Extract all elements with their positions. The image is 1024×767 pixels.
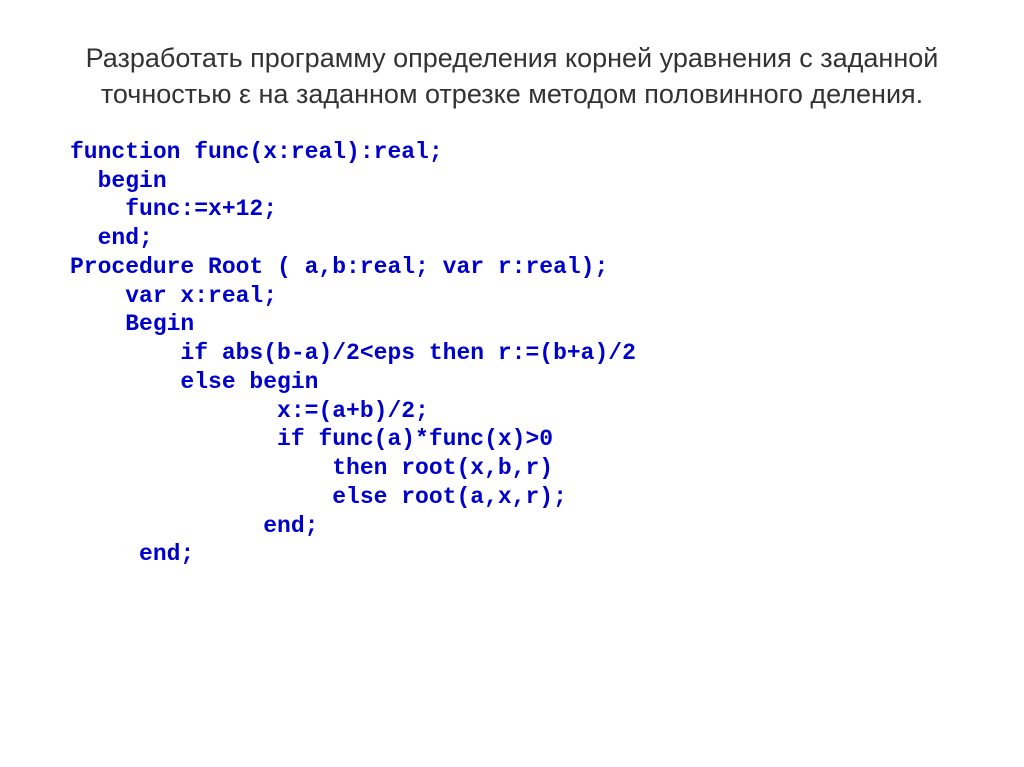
code-line: if abs(b-a)/2<eps then r:=(b+a)/2 bbox=[70, 340, 636, 366]
code-line: end; bbox=[70, 541, 194, 567]
code-line: then root(x,b,r) bbox=[70, 455, 553, 481]
slide-title: Разработать программу определения корней… bbox=[70, 40, 954, 113]
code-line: var x:real; bbox=[70, 283, 277, 309]
code-line: x:=(a+b)/2; bbox=[70, 398, 429, 424]
code-line: end; bbox=[70, 225, 153, 251]
code-line: else root(a,x,r); bbox=[70, 484, 567, 510]
code-line: func:=x+12; bbox=[70, 196, 277, 222]
code-block: function func(x:real):real; begin func:=… bbox=[70, 138, 954, 569]
code-line: end; bbox=[70, 513, 318, 539]
code-line: if func(a)*func(x)>0 bbox=[70, 426, 553, 452]
code-line: function func(x:real):real; bbox=[70, 139, 443, 165]
code-line: Begin bbox=[70, 311, 194, 337]
code-line: Procedure Root ( a,b:real; var r:real); bbox=[70, 254, 608, 280]
code-line: else begin bbox=[70, 369, 318, 395]
code-line: begin bbox=[70, 168, 167, 194]
